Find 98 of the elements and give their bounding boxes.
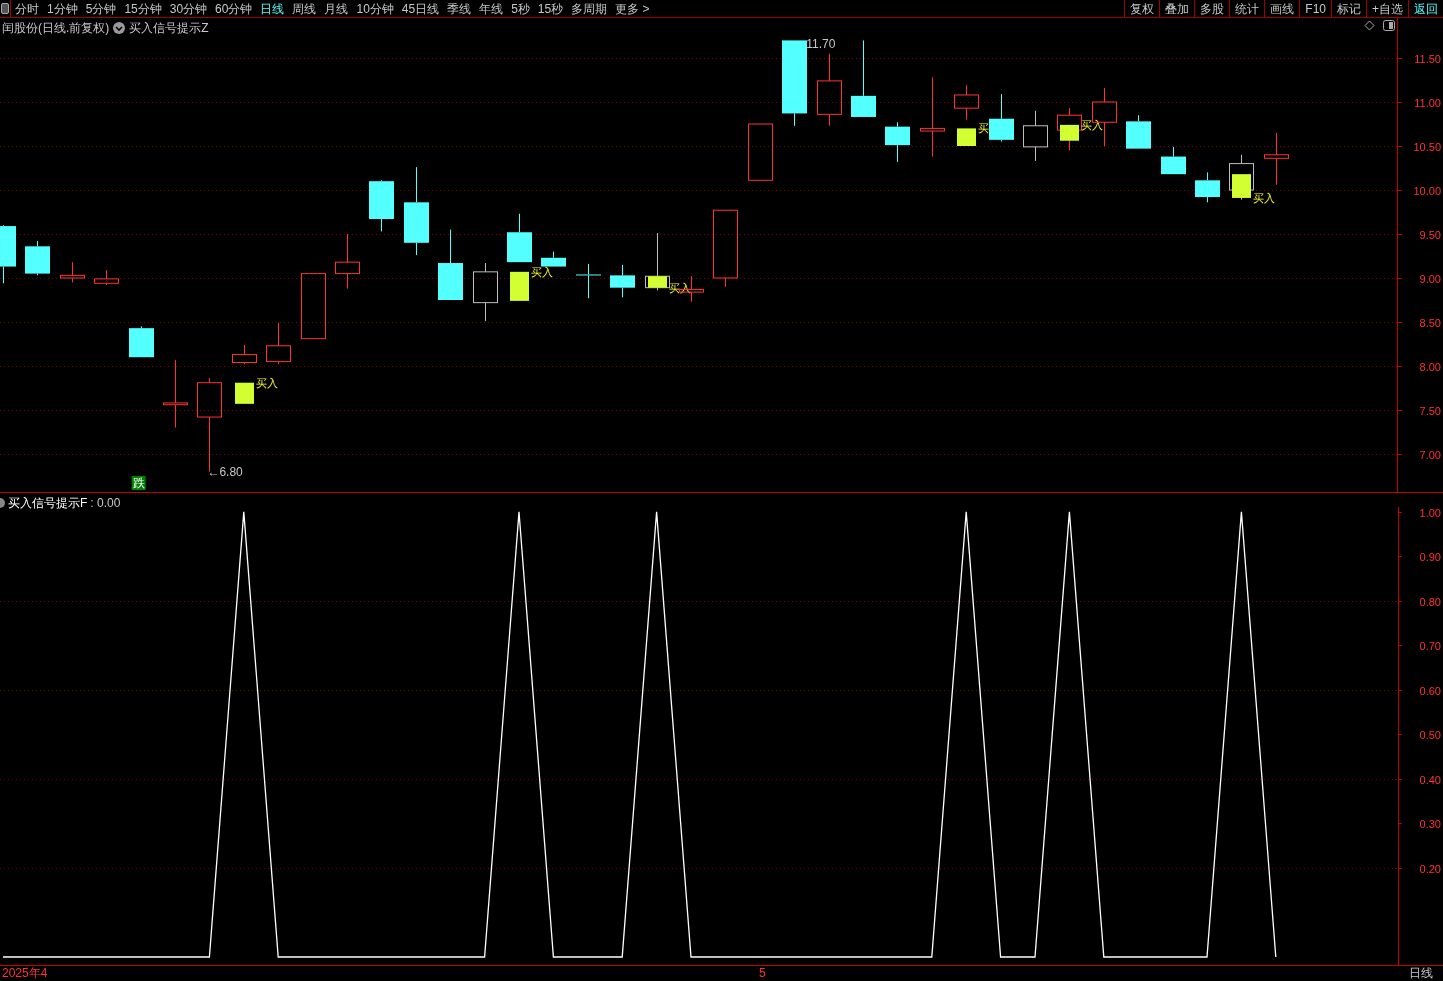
- signal-marker: [235, 382, 254, 404]
- period-tab[interactable]: 多周期: [571, 0, 608, 17]
- period-tab[interactable]: 45日线: [401, 0, 440, 17]
- axis-label: 0.70: [1419, 639, 1441, 652]
- axis-label: 8.00: [1419, 360, 1441, 373]
- candlestick: [1126, 114, 1151, 150]
- indicator-value: : 0.00: [90, 495, 121, 512]
- date-label: 2025年4: [2, 966, 48, 981]
- candlestick: [1057, 107, 1082, 151]
- signal-label: 买入: [531, 265, 553, 278]
- period-label: 日线: [1407, 966, 1434, 981]
- axis-label: 10.00: [1413, 184, 1441, 197]
- candlestick: [473, 262, 498, 322]
- axis-label: 11.00: [1414, 96, 1441, 109]
- candlestick: [576, 263, 601, 299]
- axis-label: 0.90: [1419, 550, 1441, 563]
- signal-marker: [1060, 124, 1079, 141]
- candlestick: [1161, 146, 1186, 175]
- signal-marker: [510, 271, 529, 301]
- candlestick: [1092, 87, 1117, 147]
- period-tab[interactable]: 更多 >: [615, 0, 650, 17]
- candlestick: [60, 261, 85, 283]
- candlestick: [645, 232, 670, 291]
- toolbar-button[interactable]: 复权: [1124, 0, 1160, 17]
- period-tab[interactable]: 15分钟: [124, 0, 162, 17]
- candlestick: [163, 359, 188, 429]
- low-price-label: ←6.80: [207, 464, 243, 479]
- period-tab[interactable]: 30分钟: [169, 0, 208, 17]
- axis-label: 11.50: [1414, 52, 1441, 65]
- candlestick: [129, 325, 154, 358]
- toolbar-button[interactable]: 返回: [1408, 0, 1443, 17]
- axis-label: 9.50: [1419, 228, 1441, 241]
- toolbar-button[interactable]: +自选: [1366, 0, 1408, 17]
- sidebar-toggle-icon[interactable]: [1383, 20, 1395, 31]
- candlestick: [989, 93, 1014, 143]
- candlestick: [541, 251, 566, 268]
- candlestick: [748, 123, 773, 181]
- candlestick: [507, 213, 532, 263]
- axis-label: 9.00: [1419, 272, 1441, 285]
- axis-label: 7.50: [1419, 404, 1441, 417]
- axis-label: 0.60: [1419, 684, 1441, 697]
- toolbar-button[interactable]: F10: [1299, 0, 1331, 17]
- candlestick: [25, 240, 50, 276]
- period-tab[interactable]: 季线: [447, 0, 472, 17]
- toolbar-button[interactable]: 标记: [1331, 0, 1366, 17]
- indicator-name: 买入信号提示Z: [129, 20, 209, 37]
- candlestick: [232, 344, 257, 365]
- period-tab[interactable]: 周线: [292, 0, 317, 17]
- candlestick: [1195, 171, 1220, 203]
- period-tab[interactable]: 5分钟: [85, 0, 117, 17]
- candlestick: [954, 84, 979, 121]
- candlestick: [610, 264, 635, 298]
- period-tab[interactable]: 月线: [324, 0, 349, 17]
- period-tab[interactable]: 10分钟: [356, 0, 394, 17]
- candlestick: [266, 322, 291, 365]
- period-tab[interactable]: 60分钟: [215, 0, 253, 17]
- high-price-label: 11.70: [806, 37, 836, 52]
- candlestick: [94, 269, 119, 286]
- toolbar-button[interactable]: 多股: [1194, 0, 1230, 17]
- panel-icon[interactable]: [1, 3, 9, 14]
- period-tab[interactable]: 15秒: [537, 0, 564, 17]
- date-label: 5: [759, 966, 766, 981]
- axis-label: 1.00: [1419, 506, 1441, 519]
- signal-label: 买: [978, 122, 989, 135]
- axis-label: 10.50: [1413, 140, 1441, 153]
- candlestick: [335, 233, 360, 290]
- axis-label: 7.00: [1419, 448, 1441, 461]
- signal-marker: [1232, 174, 1251, 198]
- period-tab[interactable]: 分时: [15, 0, 39, 17]
- toolbar-button[interactable]: 叠加: [1159, 0, 1195, 17]
- axis-label: 8.50: [1419, 316, 1441, 329]
- candlestick: [301, 273, 326, 340]
- period-tab[interactable]: 1分钟: [47, 0, 78, 17]
- toolbar-button[interactable]: 画线: [1264, 0, 1300, 17]
- chevron-down-icon[interactable]: [113, 22, 126, 34]
- axis-label: 0.20: [1419, 862, 1441, 875]
- candlestick: [1023, 110, 1048, 162]
- axis-label: 0.30: [1419, 817, 1441, 830]
- signal-marker: [957, 128, 976, 146]
- series-name: 买入信号提示F: [8, 495, 88, 512]
- candlestick: [1264, 132, 1289, 186]
- period-tab[interactable]: 日线: [260, 0, 285, 17]
- period-tab[interactable]: 年线: [479, 0, 504, 17]
- axis-label: 0.80: [1419, 595, 1441, 608]
- diamond-icon[interactable]: [1364, 20, 1375, 31]
- candlestick: [438, 229, 463, 301]
- axis-label: 0.40: [1419, 773, 1441, 786]
- fall-badge: 跌: [131, 476, 146, 490]
- signal-label: 买入: [256, 376, 278, 389]
- period-tab[interactable]: 5秒: [511, 0, 530, 17]
- axis-label: 0.50: [1419, 728, 1441, 741]
- toolbar-button[interactable]: 统计: [1229, 0, 1265, 17]
- chart-title: 闰股份(日线.前复权): [2, 20, 110, 37]
- candlestick: [0, 224, 16, 284]
- candlestick: [885, 121, 910, 163]
- signal-label: 买入: [1253, 191, 1275, 204]
- candlestick: [369, 179, 394, 232]
- signal-marker: [648, 276, 667, 288]
